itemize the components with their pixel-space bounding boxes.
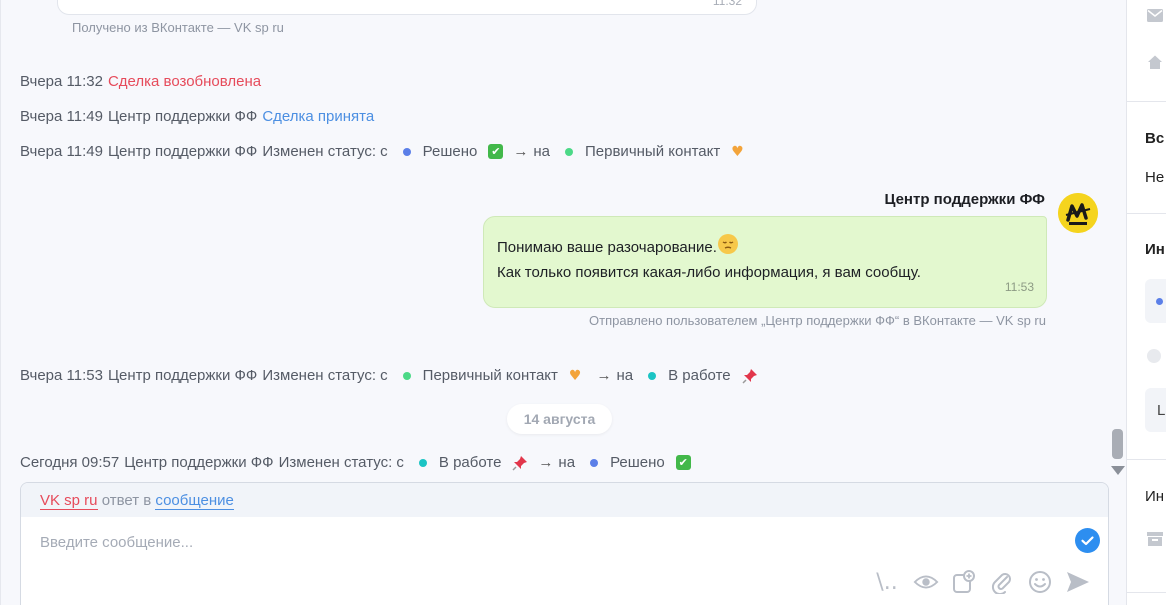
template-icon[interactable]	[951, 569, 977, 595]
panel-field[interactable]: L	[1145, 388, 1166, 432]
event-author: Центр поддержки ФФ	[124, 454, 274, 471]
status-from: В работе	[438, 454, 502, 471]
status-to: Решено	[610, 454, 665, 471]
message-composer: VK sp ru ответ в сообщение \..	[20, 482, 1109, 605]
check-box-icon: ✔	[675, 455, 691, 470]
event-date: Сегодня 09:57	[20, 454, 120, 471]
event-deal-reopened: Вчера 11:32 Сделка возобновлена	[20, 73, 266, 90]
divider	[1127, 213, 1166, 214]
status-to-word: на	[558, 454, 576, 471]
event-status-change: Вчера 11:53 Центр поддержки ФФ Изменен с…	[20, 367, 758, 384]
home-icon[interactable]	[1147, 54, 1163, 70]
event-text: Сделка принята	[262, 108, 375, 125]
event-status-change: Сегодня 09:57 Центр поддержки ФФ Изменен…	[20, 454, 691, 471]
status-dot	[418, 458, 427, 467]
event-text: Изменен статус: с	[278, 454, 404, 471]
orange-heart-icon: ♥	[731, 143, 744, 160]
status-dot	[565, 147, 573, 156]
check-circle-icon[interactable]	[1075, 528, 1100, 553]
paperclip-icon[interactable]	[989, 569, 1015, 595]
message-time: 11:53	[1004, 280, 1034, 294]
currency-icon	[1147, 349, 1161, 363]
message-source-note: Отправлено пользователем „Центр поддержк…	[589, 313, 1046, 328]
status-to: Первичный контакт	[585, 143, 721, 160]
event-date: Вчера 11:53	[20, 367, 103, 384]
panel-field-text: L	[1157, 402, 1166, 419]
panel-field[interactable]	[1145, 279, 1166, 323]
pushpin-icon	[742, 368, 757, 384]
status-dot	[402, 371, 411, 380]
event-text: Изменен статус: с	[262, 367, 388, 384]
scroll-down-arrow-icon[interactable]	[1111, 466, 1125, 475]
arrow-icon: →	[513, 143, 529, 160]
reply-channel-link[interactable]: VK sp ru	[40, 492, 98, 510]
date-separator: 14 августа	[507, 404, 612, 434]
status-to-word: на	[616, 367, 634, 384]
event-deal-accepted: Вчера 11:49 Центр поддержки ФФ Сделка пр…	[20, 108, 379, 125]
reply-target-bar: VK sp ru ответ в сообщение	[21, 483, 1108, 517]
status-dot	[1156, 298, 1163, 305]
status-to-word: на	[533, 143, 550, 160]
panel-heading: Ин	[1145, 241, 1165, 258]
message-source-note: Получено из ВКонтакте — VK sp ru	[72, 20, 284, 35]
message-line: Понимаю ваше разочарование.	[497, 233, 1033, 260]
archive-icon[interactable]	[1147, 531, 1163, 547]
status-to: В работе	[668, 367, 731, 384]
status-dot	[590, 458, 599, 467]
status-from: Решено	[422, 143, 478, 160]
divider	[1127, 101, 1166, 102]
send-icon[interactable]	[1065, 569, 1091, 595]
emoji-icon[interactable]	[1027, 569, 1053, 595]
check-box-icon: ✔	[488, 144, 504, 159]
status-dot	[402, 147, 411, 156]
reply-target-link[interactable]: сообщение	[155, 492, 234, 510]
divider	[1127, 592, 1166, 593]
slash-command-icon[interactable]: \..	[873, 569, 901, 595]
event-author: Центр поддержки ФФ	[107, 108, 258, 125]
outgoing-message-bubble[interactable]: Понимаю ваше разочарование. Как только п…	[483, 216, 1047, 308]
panel-text: Не	[1145, 169, 1165, 186]
orange-heart-icon: ♥	[568, 367, 582, 384]
mail-icon[interactable]	[1147, 9, 1163, 22]
event-text: Изменен статус: с	[262, 143, 388, 160]
arrow-icon: →	[596, 367, 612, 384]
event-text: Сделка возобновлена	[107, 73, 262, 90]
pushpin-icon	[512, 455, 528, 471]
panel-heading: Ин	[1145, 488, 1165, 505]
event-date: Вчера 11:49	[20, 108, 103, 125]
right-panel: Вс Не Ин L Ин	[1126, 0, 1166, 605]
message-time: 11:32	[712, 0, 742, 8]
event-date: Вчера 11:32	[20, 73, 103, 90]
reply-mid-text: ответ в	[101, 492, 152, 509]
avatar-logo-icon	[1058, 193, 1098, 233]
message-text: Понимаю ваше разочарование.	[497, 239, 717, 256]
eye-icon[interactable]	[913, 569, 939, 595]
status-dot	[648, 371, 657, 380]
message-text: Как только появится какая-либо информаци…	[497, 264, 921, 281]
composer-toolbar: \..	[873, 569, 1103, 595]
chat-area: 11:32 Получено из ВКонтакте — VK sp ru В…	[0, 0, 1126, 605]
smile-face-icon	[717, 234, 738, 254]
message-input[interactable]	[40, 530, 1020, 554]
event-date: Вчера 11:49	[20, 143, 103, 160]
status-from: Первичный контакт	[422, 367, 558, 384]
arrow-icon: →	[538, 454, 554, 471]
event-author: Центр поддержки ФФ	[107, 367, 258, 384]
event-status-change: Вчера 11:49 Центр поддержки ФФ Изменен с…	[20, 143, 749, 160]
event-author: Центр поддержки ФФ	[107, 143, 258, 160]
avatar[interactable]	[1058, 193, 1098, 233]
divider	[1127, 459, 1166, 460]
panel-heading: Вс	[1145, 130, 1165, 147]
message-sender: Центр поддержки ФФ	[884, 191, 1045, 208]
previous-message-bubble: 11:32	[57, 0, 757, 15]
scrollbar-thumb[interactable]	[1112, 429, 1123, 459]
